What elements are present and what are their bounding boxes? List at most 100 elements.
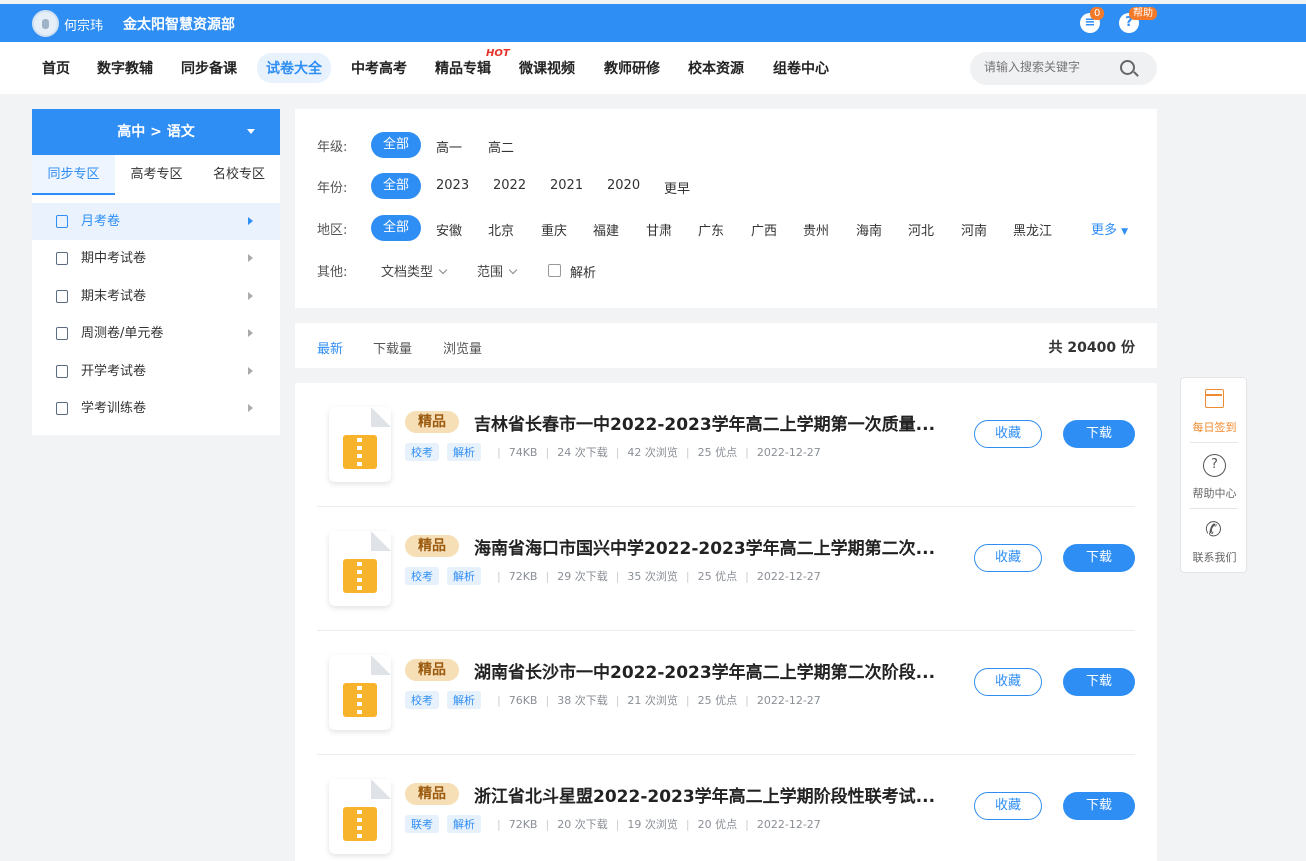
scope-dropdown[interactable]: 范围 xyxy=(477,261,518,280)
favorite-button[interactable]: 收藏 xyxy=(974,544,1042,572)
tab-gaokao-zone[interactable]: 高考专区 xyxy=(115,155,198,195)
year-option[interactable]: 2021 xyxy=(550,178,583,193)
sort-views[interactable]: 浏览量 xyxy=(443,338,482,357)
nav-featured-albums[interactable]: 精品专辑 xyxy=(435,58,491,78)
doc-type-dropdown[interactable]: 文档类型 xyxy=(381,261,448,280)
grade-option-all[interactable]: 全部 xyxy=(371,132,421,158)
region-option[interactable]: 广东 xyxy=(698,220,724,239)
float-toolbar: 每日签到 ? 帮助中心 ✆ 联系我们 xyxy=(1180,377,1247,573)
region-option[interactable]: 甘肃 xyxy=(646,220,672,239)
chevron-right-icon xyxy=(248,254,253,262)
paper-title[interactable]: 湖南省长沙市一中2022-2023学年高二上学期第二次阶段... xyxy=(474,658,944,683)
analysis-checkbox[interactable] xyxy=(548,264,561,277)
points: 25 优点 xyxy=(697,694,738,707)
download-count: 38 次下载 xyxy=(557,694,608,707)
download-button[interactable]: 下载 xyxy=(1063,668,1135,696)
search-box xyxy=(970,52,1157,85)
search-input[interactable] xyxy=(984,60,1114,74)
nav-home[interactable]: 首页 xyxy=(42,58,70,78)
download-button[interactable]: 下载 xyxy=(1063,420,1135,448)
list-item[interactable]: 精品 吉林省长春市一中2022-2023学年高二上学期第一次质量... 校考 解析… xyxy=(317,383,1135,507)
book-icon xyxy=(56,365,68,378)
year-option[interactable]: 2020 xyxy=(607,178,640,193)
list-item[interactable]: 精品 海南省海口市国兴中学2022-2023学年高二上学期第二次... 校考 解析… xyxy=(317,507,1135,631)
view-count: 42 次浏览 xyxy=(627,446,678,459)
region-option-all[interactable]: 全部 xyxy=(371,215,421,241)
points: 25 优点 xyxy=(697,446,738,459)
date: 2022-12-27 xyxy=(756,446,821,459)
user-avatar[interactable] xyxy=(32,10,59,37)
nav-entrance-exams[interactable]: 中考高考 xyxy=(351,58,407,78)
list-item[interactable]: 精品 浙江省北斗星盟2022-2023学年高二上学期阶段性联考试... 联考 解析… xyxy=(317,755,1135,861)
grade-option[interactable]: 高一 xyxy=(436,137,462,156)
favorite-button[interactable]: 收藏 xyxy=(974,420,1042,448)
more-label: 更多 xyxy=(1091,223,1118,238)
nav-digital-aids[interactable]: 数字教辅 xyxy=(97,58,153,78)
favorite-button[interactable]: 收藏 xyxy=(974,792,1042,820)
tab-sync-zone[interactable]: 同步专区 xyxy=(32,155,115,195)
year-option[interactable]: 更早 xyxy=(664,178,690,197)
region-option[interactable]: 重庆 xyxy=(541,220,567,239)
points: 25 优点 xyxy=(697,570,738,583)
file-size: 72KB xyxy=(508,570,538,583)
paper-title[interactable]: 浙江省北斗星盟2022-2023学年高二上学期阶段性联考试... xyxy=(474,782,944,807)
region-option[interactable]: 河北 xyxy=(908,220,934,239)
sidebar-item-monthly[interactable]: 月考卷 xyxy=(32,203,280,240)
region-filter-label: 地区: xyxy=(317,223,348,238)
region-option[interactable]: 广西 xyxy=(751,220,777,239)
region-option[interactable]: 河南 xyxy=(961,220,987,239)
grade-option[interactable]: 高二 xyxy=(488,137,514,156)
nav-paper-builder[interactable]: 组卷中心 xyxy=(773,58,829,78)
view-count: 21 次浏览 xyxy=(627,694,678,707)
search-icon[interactable] xyxy=(1120,60,1135,75)
download-button[interactable]: 下载 xyxy=(1063,544,1135,572)
year-option-all[interactable]: 全部 xyxy=(371,173,421,199)
nav-micro-videos[interactable]: 微课视频 xyxy=(519,58,575,78)
region-option[interactable]: 黑龙江 xyxy=(1013,220,1052,239)
sidebar-item-weekly[interactable]: 周测卷/单元卷 xyxy=(32,315,280,352)
year-option[interactable]: 2023 xyxy=(436,178,469,193)
caret-down-icon: ▼ xyxy=(1121,227,1129,237)
download-count: 29 次下载 xyxy=(557,570,608,583)
paper-title[interactable]: 海南省海口市国兴中学2022-2023学年高二上学期第二次... xyxy=(474,534,944,559)
year-filter-label: 年份: xyxy=(317,181,348,196)
download-button[interactable]: 下载 xyxy=(1063,792,1135,820)
phone-icon: ✆ xyxy=(1205,517,1222,541)
sidebar-item-opening[interactable]: 开学考试卷 xyxy=(32,353,280,390)
nav-exam-papers[interactable]: 试卷大全 xyxy=(257,53,331,83)
analysis-tag: 解析 xyxy=(447,691,481,709)
tab-famous-schools[interactable]: 名校专区 xyxy=(198,155,280,195)
stage-subject-selector[interactable]: 高中 > 语文 xyxy=(32,109,280,155)
sort-downloads[interactable]: 下载量 xyxy=(373,338,412,357)
zip-file-icon xyxy=(329,655,391,730)
sidebar-item-midterm[interactable]: 期中考试卷 xyxy=(32,240,280,277)
org-name: 金太阳智慧资源部 xyxy=(123,17,235,33)
region-option[interactable]: 海南 xyxy=(856,220,882,239)
contact-us-button[interactable]: ✆ 联系我们 xyxy=(1181,508,1248,572)
list-item[interactable]: 精品 湖南省长沙市一中2022-2023学年高二上学期第二次阶段... 校考 解析… xyxy=(317,631,1135,755)
daily-checkin-button[interactable]: 每日签到 xyxy=(1181,378,1248,442)
favorite-button[interactable]: 收藏 xyxy=(974,668,1042,696)
sidebar-item-label: 期末考试卷 xyxy=(81,289,147,304)
nav-teacher-training[interactable]: 教师研修 xyxy=(604,58,660,78)
paper-title[interactable]: 吉林省长春市一中2022-2023学年高二上学期第一次质量... xyxy=(474,410,944,435)
region-option[interactable]: 福建 xyxy=(593,220,619,239)
nav-school-resources[interactable]: 校本资源 xyxy=(688,58,744,78)
sidebar-item-final[interactable]: 期末考试卷 xyxy=(32,278,280,315)
scope-label: 范围 xyxy=(477,265,504,280)
premium-badge: 精品 xyxy=(405,783,459,805)
region-option[interactable]: 贵州 xyxy=(803,220,829,239)
nav-sync-prep[interactable]: 同步备课 xyxy=(181,58,237,78)
sidebar-item-academic[interactable]: 学考训练卷 xyxy=(32,390,280,427)
more-regions-button[interactable]: 更多 ▼ xyxy=(1091,219,1128,238)
analysis-checkbox-label[interactable]: 解析 xyxy=(570,262,596,281)
download-count: 20 次下载 xyxy=(557,818,608,831)
paper-meta: 校考 解析 | 74KB | 24 次下载 | 42 次浏览 | 25 优点 | 2022-12-27 xyxy=(405,443,821,461)
username[interactable]: 何宗玮 xyxy=(64,15,103,34)
calendar-icon xyxy=(1205,389,1224,408)
sort-latest[interactable]: 最新 xyxy=(317,338,343,357)
year-option[interactable]: 2022 xyxy=(493,178,526,193)
region-option[interactable]: 安徽 xyxy=(436,220,462,239)
help-center-button[interactable]: ? 帮助中心 xyxy=(1181,444,1248,508)
region-option[interactable]: 北京 xyxy=(488,220,514,239)
